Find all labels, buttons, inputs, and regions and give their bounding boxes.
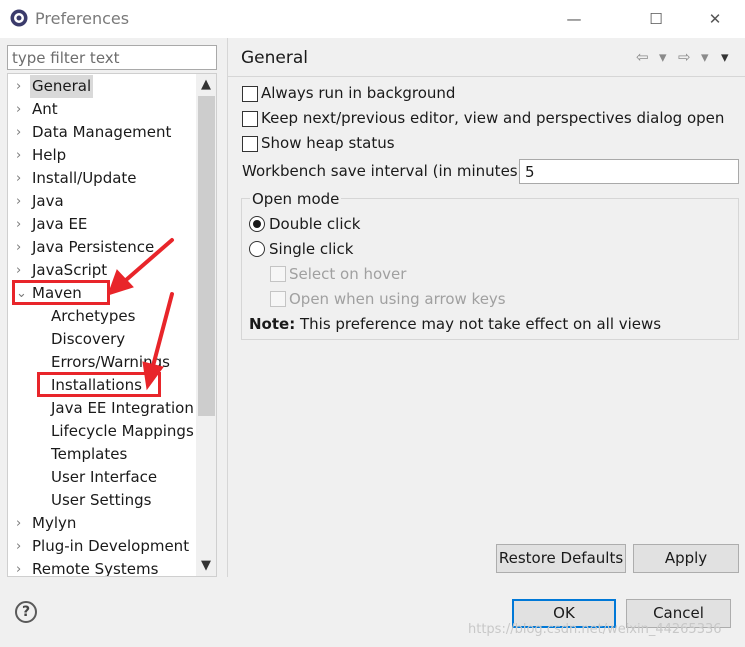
show-heap-status-label: Show heap status xyxy=(261,134,395,152)
open-arrow-keys-label: Open when using arrow keys xyxy=(289,290,506,308)
eclipse-app-icon xyxy=(10,9,28,27)
back-menu-chevron-icon[interactable]: ▾ xyxy=(659,48,667,66)
tree-item-java-ee-integration[interactable]: Java EE Integration xyxy=(8,397,198,420)
tree-item-javascript[interactable]: › JavaScript xyxy=(8,259,198,282)
save-interval-input[interactable] xyxy=(519,159,739,184)
tree-item-label: Plug-in Development xyxy=(32,537,190,555)
tree-item-label: Install/Update xyxy=(32,169,137,187)
collapsed-chevron-icon[interactable]: › xyxy=(16,535,28,558)
collapsed-chevron-icon[interactable]: › xyxy=(16,259,28,282)
show-heap-status-checkbox[interactable] xyxy=(242,136,258,152)
tree-item-label: Ant xyxy=(32,100,58,118)
minimize-button[interactable]: — xyxy=(551,5,597,33)
tree-item-label: Mylyn xyxy=(32,514,77,532)
tree-item-general[interactable]: › General xyxy=(8,75,198,98)
open-arrow-keys-checkbox[interactable] xyxy=(270,291,286,307)
forward-arrow-icon[interactable]: ⇨ xyxy=(678,48,691,66)
tree-item-label: User Interface xyxy=(51,468,158,486)
tree-item-label: Help xyxy=(32,146,67,164)
tree-item-label: Lifecycle Mappings xyxy=(51,422,194,440)
tree-item-label: Remote Systems xyxy=(32,560,159,577)
tree-item-label: Java EE xyxy=(32,215,88,233)
maximize-button[interactable]: ☐ xyxy=(633,5,679,33)
select-on-hover-label: Select on hover xyxy=(289,265,407,283)
tree-item-archetypes[interactable]: Archetypes xyxy=(8,305,198,328)
close-button[interactable]: ✕ xyxy=(692,5,738,33)
single-click-label: Single click xyxy=(269,240,354,258)
collapsed-chevron-icon[interactable]: › xyxy=(16,236,28,259)
tree-item-label: Archetypes xyxy=(51,307,136,325)
window-title: Preferences xyxy=(35,9,130,28)
collapsed-chevron-icon[interactable]: › xyxy=(16,213,28,236)
title-divider xyxy=(228,76,745,77)
tree-item-templates[interactable]: Templates xyxy=(8,443,198,466)
collapsed-chevron-icon[interactable]: › xyxy=(16,75,28,98)
annotation-box-maven xyxy=(12,280,110,305)
watermark-text: https://blog.csdn.net/weixin_44265336 xyxy=(468,622,722,637)
note-bold-prefix: Note: xyxy=(249,315,296,333)
tree-item-label: Data Management xyxy=(32,123,172,141)
annotation-box-installations xyxy=(37,372,161,397)
tree-item-label: Discovery xyxy=(51,330,126,348)
tree-item-lifecycle-mappings[interactable]: Lifecycle Mappings xyxy=(8,420,198,443)
tree-item-label: Java EE Integration xyxy=(51,399,194,417)
tree-item-user-settings[interactable]: User Settings xyxy=(8,489,198,512)
scroll-thumb[interactable] xyxy=(198,96,215,416)
back-arrow-icon[interactable]: ⇦ xyxy=(636,48,649,66)
tree-item-java[interactable]: › Java xyxy=(8,190,198,213)
double-click-label: Double click xyxy=(269,215,361,233)
tree-item-install-update[interactable]: › Install/Update xyxy=(8,167,198,190)
help-icon[interactable]: ? xyxy=(15,601,37,623)
run-in-background-label: Always run in background xyxy=(261,84,456,102)
tree-item-mylyn[interactable]: › Mylyn xyxy=(8,512,198,535)
tree-item-user-interface[interactable]: User Interface xyxy=(8,466,198,489)
tree-item-errors-warnings[interactable]: Errors/Warnings xyxy=(8,351,198,374)
tree-item-java-persistence[interactable]: › Java Persistence xyxy=(8,236,198,259)
filter-input[interactable] xyxy=(7,45,217,70)
tree-item-remote-systems[interactable]: › Remote Systems xyxy=(8,558,198,577)
scroll-down-arrow-icon[interactable]: ▼ xyxy=(196,557,216,575)
double-click-radio[interactable] xyxy=(249,216,265,232)
collapsed-chevron-icon[interactable]: › xyxy=(16,512,28,535)
open-mode-group-label: Open mode xyxy=(250,190,342,208)
forward-menu-chevron-icon[interactable]: ▾ xyxy=(701,48,709,66)
tree-item-label: User Settings xyxy=(51,491,152,509)
collapsed-chevron-icon[interactable]: › xyxy=(16,167,28,190)
note-text: This preference may not take effect on a… xyxy=(299,315,662,333)
tree-item-ant[interactable]: › Ant xyxy=(8,98,198,121)
run-in-background-checkbox[interactable] xyxy=(242,86,258,102)
collapsed-chevron-icon[interactable]: › xyxy=(16,190,28,213)
select-on-hover-checkbox[interactable] xyxy=(270,266,286,282)
view-menu-icon[interactable]: ▾ xyxy=(721,48,729,66)
save-interval-label: Workbench save interval (in minutes): xyxy=(242,162,529,180)
tree-item-discovery[interactable]: Discovery xyxy=(8,328,198,351)
open-mode-note: Note: This preference may not take effec… xyxy=(249,315,661,333)
tree-item-label: Java xyxy=(32,192,64,210)
preferences-tree[interactable]: › General › Ant › Data Management › Help › Instal… xyxy=(7,73,217,577)
restore-defaults-button[interactable]: Restore Defaults xyxy=(496,544,626,573)
tree-item-help[interactable]: › Help xyxy=(8,144,198,167)
single-click-radio[interactable] xyxy=(249,241,265,257)
collapsed-chevron-icon[interactable]: › xyxy=(16,558,28,576)
tree-item-plug-in-development[interactable]: › Plug-in Development xyxy=(8,535,198,558)
collapsed-chevron-icon[interactable]: › xyxy=(16,144,28,167)
collapsed-chevron-icon[interactable]: › xyxy=(16,98,28,121)
tree-item-data-management[interactable]: › Data Management xyxy=(8,121,198,144)
tree-item-java-ee[interactable]: › Java EE xyxy=(8,213,198,236)
apply-button[interactable]: Apply xyxy=(633,544,739,573)
tree-item-label: Templates xyxy=(51,445,128,463)
page-title: General xyxy=(241,48,308,68)
tree-item-label: Java Persistence xyxy=(32,238,155,256)
collapsed-chevron-icon[interactable]: › xyxy=(16,121,28,144)
keep-editor-dialog-checkbox[interactable] xyxy=(242,111,258,127)
keep-editor-dialog-label: Keep next/previous editor, view and pers… xyxy=(261,109,725,127)
tree-item-label: JavaScript xyxy=(32,261,108,279)
tree-item-label: Errors/Warnings xyxy=(51,353,170,371)
tree-item-label: General xyxy=(30,75,94,98)
scroll-up-arrow-icon[interactable]: ▲ xyxy=(196,76,216,94)
radio-selected-dot xyxy=(253,220,261,228)
